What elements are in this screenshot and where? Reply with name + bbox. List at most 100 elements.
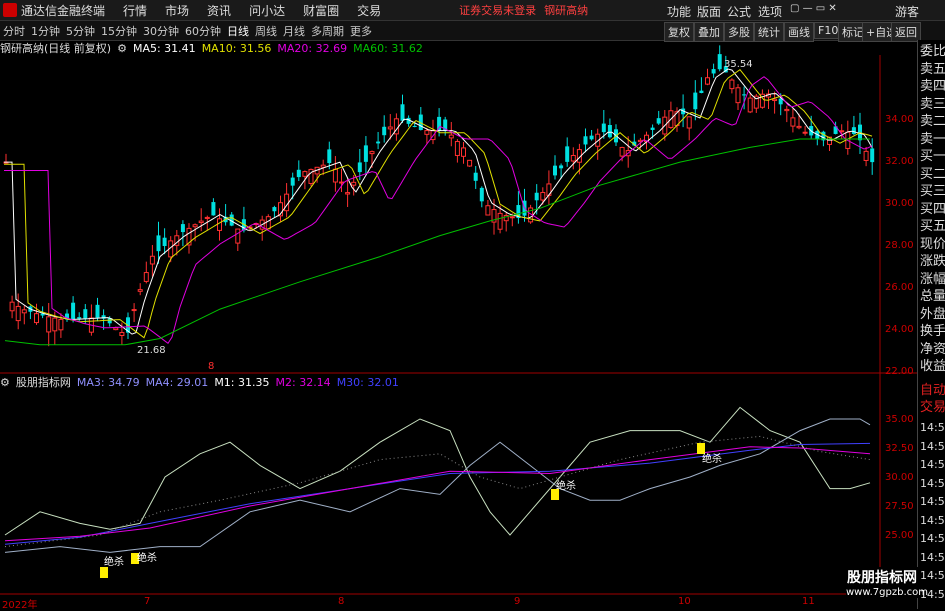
quote-field: 收益 xyxy=(920,359,945,374)
candle xyxy=(448,134,454,139)
tick-time: 14:56 xyxy=(920,532,945,545)
quote-field: 现价 xyxy=(920,236,945,252)
quote-field: 涨跌 xyxy=(920,254,945,269)
quote-field: 买三 xyxy=(920,184,945,199)
date-tick: 11 xyxy=(802,596,815,607)
candle xyxy=(327,149,332,164)
candle xyxy=(601,123,606,133)
price-tick: 22.00 xyxy=(885,366,914,377)
signal-label: 绝杀 xyxy=(702,454,722,465)
signal-label: 绝杀 xyxy=(137,553,157,564)
signal-marker xyxy=(100,567,108,578)
candle xyxy=(784,108,790,112)
candle xyxy=(339,181,344,184)
candle xyxy=(473,172,478,181)
candle xyxy=(162,237,167,247)
candle xyxy=(46,316,52,333)
sub-tick: 25.00 xyxy=(885,530,914,541)
candle xyxy=(95,304,100,318)
watermark: 股朋指标网 www.7gpzb.com xyxy=(846,567,928,598)
quote-field: 买一 xyxy=(920,149,945,164)
candle xyxy=(290,177,295,186)
candle xyxy=(747,97,753,113)
candle xyxy=(589,135,594,140)
trade-tab[interactable]: 自动 xyxy=(920,383,945,398)
sub-tick: 30.00 xyxy=(885,472,914,483)
quote-field: 卖二 xyxy=(920,114,945,129)
sub-tick: 35.00 xyxy=(885,414,914,425)
candle xyxy=(52,317,58,332)
candle xyxy=(376,141,381,144)
signal-label: 绝杀 xyxy=(556,481,576,492)
candle xyxy=(198,220,204,224)
sub-tick: 32.50 xyxy=(885,443,914,454)
candle xyxy=(772,98,778,102)
quote-panel: 委比 卖五 卖四 卖三 卖二 卖一 买一 买二 买三 买四 买五 现价 涨跌 涨幅 总量 外盘 换手 净资 收益 自动… xyxy=(917,40,945,609)
tick-time: 14:56 xyxy=(920,513,945,527)
high-annotation: 35.54 xyxy=(724,59,753,70)
candle xyxy=(235,228,241,244)
candle xyxy=(607,125,612,138)
price-tick: 26.00 xyxy=(885,282,914,293)
trade-tab[interactable]: 交易 xyxy=(920,400,945,415)
candle xyxy=(192,224,198,228)
candle xyxy=(71,302,76,320)
tick-time: 14:56 xyxy=(920,439,945,453)
candle xyxy=(553,165,557,176)
candle xyxy=(619,146,625,157)
candle xyxy=(58,318,64,331)
quote-field: 换手 xyxy=(920,324,945,339)
watermark-title: 股朋指标网 xyxy=(847,570,917,586)
candle xyxy=(717,54,722,70)
candle xyxy=(351,181,357,186)
candle xyxy=(113,327,119,331)
candle xyxy=(570,154,576,162)
candle xyxy=(387,126,393,130)
candle-group xyxy=(3,45,875,347)
kline-chart[interactable] xyxy=(0,0,917,609)
indicator-line xyxy=(4,406,871,536)
tick-time: 14:56 xyxy=(920,550,945,564)
signal-label: 绝杀 xyxy=(104,557,124,568)
candle xyxy=(156,235,161,252)
price-tick: 28.00 xyxy=(885,240,914,251)
candle xyxy=(34,313,39,324)
low-annotation: 21.68 xyxy=(137,345,166,356)
candle xyxy=(9,301,15,312)
tick-time: 14:56 xyxy=(920,476,945,490)
candle xyxy=(467,159,473,167)
candle xyxy=(143,272,149,282)
price-tick: 34.00 xyxy=(885,114,914,125)
ma60-line xyxy=(4,138,870,346)
candle xyxy=(699,90,704,93)
candle xyxy=(77,317,82,319)
candle xyxy=(21,309,27,314)
candle xyxy=(461,147,466,157)
date-tick: 7 xyxy=(144,596,151,607)
candle xyxy=(204,216,210,219)
candle xyxy=(686,116,692,129)
candle xyxy=(540,191,546,201)
candle xyxy=(400,104,405,121)
candle xyxy=(345,192,351,195)
indicator-line xyxy=(4,418,871,553)
candle xyxy=(382,126,387,136)
price-tick: 24.00 xyxy=(885,324,914,335)
date-tick: 8 xyxy=(338,596,345,607)
candle xyxy=(534,192,539,201)
candle xyxy=(302,171,308,177)
quote-field: 卖四 xyxy=(920,79,945,94)
candle xyxy=(320,164,326,168)
price-tick: 30.00 xyxy=(885,198,914,209)
candle xyxy=(729,79,735,90)
candle xyxy=(437,116,442,131)
candle xyxy=(583,136,588,145)
candle xyxy=(363,145,368,162)
candle xyxy=(711,69,716,74)
candle xyxy=(296,169,301,178)
quote-field: 卖三 xyxy=(920,96,945,112)
candle xyxy=(796,125,802,129)
tick-time: 14:56 xyxy=(920,421,945,434)
candle xyxy=(479,187,484,202)
sub-tick: 27.50 xyxy=(885,501,914,512)
